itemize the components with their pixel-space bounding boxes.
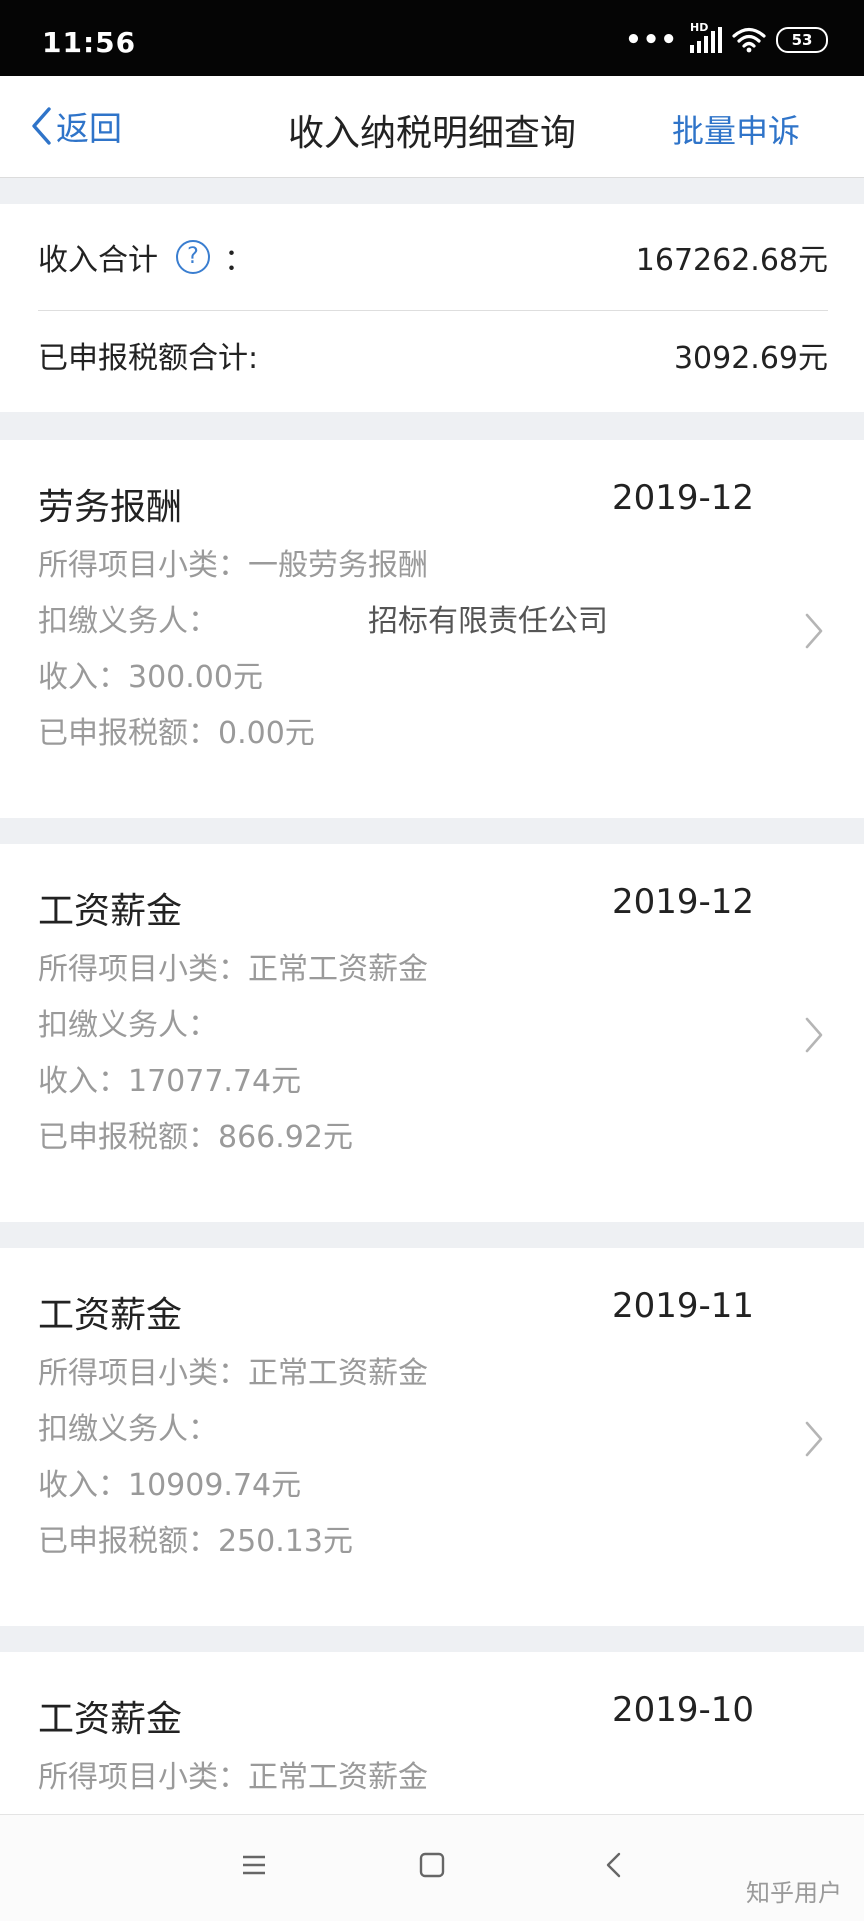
record-category: 劳务报酬 <box>38 487 183 528</box>
status-time: 11:56 <box>42 26 137 59</box>
record-category: 工资薪金 <box>38 1295 183 1336</box>
income-total-value: 167262.68元 <box>635 243 828 278</box>
watermark: 知乎用户 <box>746 1879 842 1907</box>
record-withholder: 扣缴义务人： 招标有限责任公司 <box>38 596 608 640</box>
home-icon[interactable] <box>418 1851 446 1879</box>
record-date: 2019-12 <box>611 478 754 518</box>
tax-total-row: 已申报税额合计: 3092.69元 <box>38 310 828 400</box>
record-withholder-name: 招标有限责任公司 <box>368 604 608 639</box>
record-date: 2019-12 <box>611 882 754 922</box>
record-date: 2019-11 <box>611 1286 754 1326</box>
chevron-right-icon <box>805 613 823 649</box>
income-record-card[interactable]: 工资薪金 2019-11 所得项目小类：正常工资薪金 扣缴义务人： 收入：109… <box>0 1248 864 1626</box>
back-nav-icon[interactable] <box>600 1851 628 1879</box>
wifi-icon <box>732 27 766 53</box>
summary-panel: 收入合计 ? ： 167262.68元 已申报税额合计: 3092.69元 <box>0 204 864 412</box>
record-withholder: 扣缴义务人： <box>38 1008 218 1043</box>
record-withholder: 扣缴义务人： <box>38 1412 218 1447</box>
record-withholder-label: 扣缴义务人： <box>38 604 218 639</box>
battery-icon: 53 <box>776 27 828 53</box>
hd-label: HD <box>690 21 709 34</box>
record-income: 收入：300.00元 <box>38 660 263 695</box>
income-record-card[interactable]: 劳务报酬 2019-12 所得项目小类：一般劳务报酬 扣缴义务人： 招标有限责任公… <box>0 440 864 818</box>
signal-icon: HD <box>688 21 722 55</box>
record-date: 2019-10 <box>611 1690 754 1730</box>
help-icon[interactable]: ? <box>176 240 210 274</box>
record-tax: 已申报税额：250.13元 <box>38 1524 353 1559</box>
more-notifications-icon: ••• <box>625 25 678 55</box>
tax-total-label: 已申报税额合计: <box>38 341 259 376</box>
chevron-right-icon <box>805 1421 823 1457</box>
header-bar: 返回 收入纳税明细查询 批量申诉 <box>0 76 864 178</box>
record-subcategory: 所得项目小类：正常工资薪金 <box>38 952 428 987</box>
record-category: 工资薪金 <box>38 1699 183 1740</box>
record-subcategory: 所得项目小类：一般劳务报酬 <box>38 548 428 583</box>
system-nav-bar: 知乎用户 <box>0 1814 864 1921</box>
record-income: 收入：17077.74元 <box>38 1064 302 1099</box>
record-tax: 已申报税额：866.92元 <box>38 1120 353 1155</box>
record-category: 工资薪金 <box>38 891 183 932</box>
income-record-card[interactable]: 工资薪金 2019-10 所得项目小类：正常工资薪金 <box>0 1652 864 1814</box>
menu-icon[interactable] <box>240 1851 268 1879</box>
back-button[interactable]: 返回 <box>30 102 122 150</box>
status-icons: ••• HD 53 <box>625 21 828 58</box>
income-total-row: 收入合计 ? ： 167262.68元 <box>38 204 828 311</box>
back-chevron-icon <box>32 107 51 145</box>
income-total-label: 收入合计 <box>38 243 158 278</box>
record-tax: 已申报税额：0.00元 <box>38 716 315 751</box>
status-bar: 11:56 ••• HD 53 <box>0 0 864 76</box>
record-subcategory: 所得项目小类：正常工资薪金 <box>38 1356 428 1391</box>
income-record-card[interactable]: 工资薪金 2019-12 所得项目小类：正常工资薪金 扣缴义务人： 收入：170… <box>0 844 864 1222</box>
record-subcategory: 所得项目小类：正常工资薪金 <box>38 1760 428 1795</box>
chevron-right-icon <box>805 1017 823 1053</box>
income-total-colon: ： <box>224 243 254 278</box>
batch-appeal-button[interactable]: 批量申诉 <box>672 106 800 152</box>
back-label: 返回 <box>56 109 122 148</box>
tax-total-value: 3092.69元 <box>673 341 828 376</box>
record-income: 收入：10909.74元 <box>38 1468 302 1503</box>
